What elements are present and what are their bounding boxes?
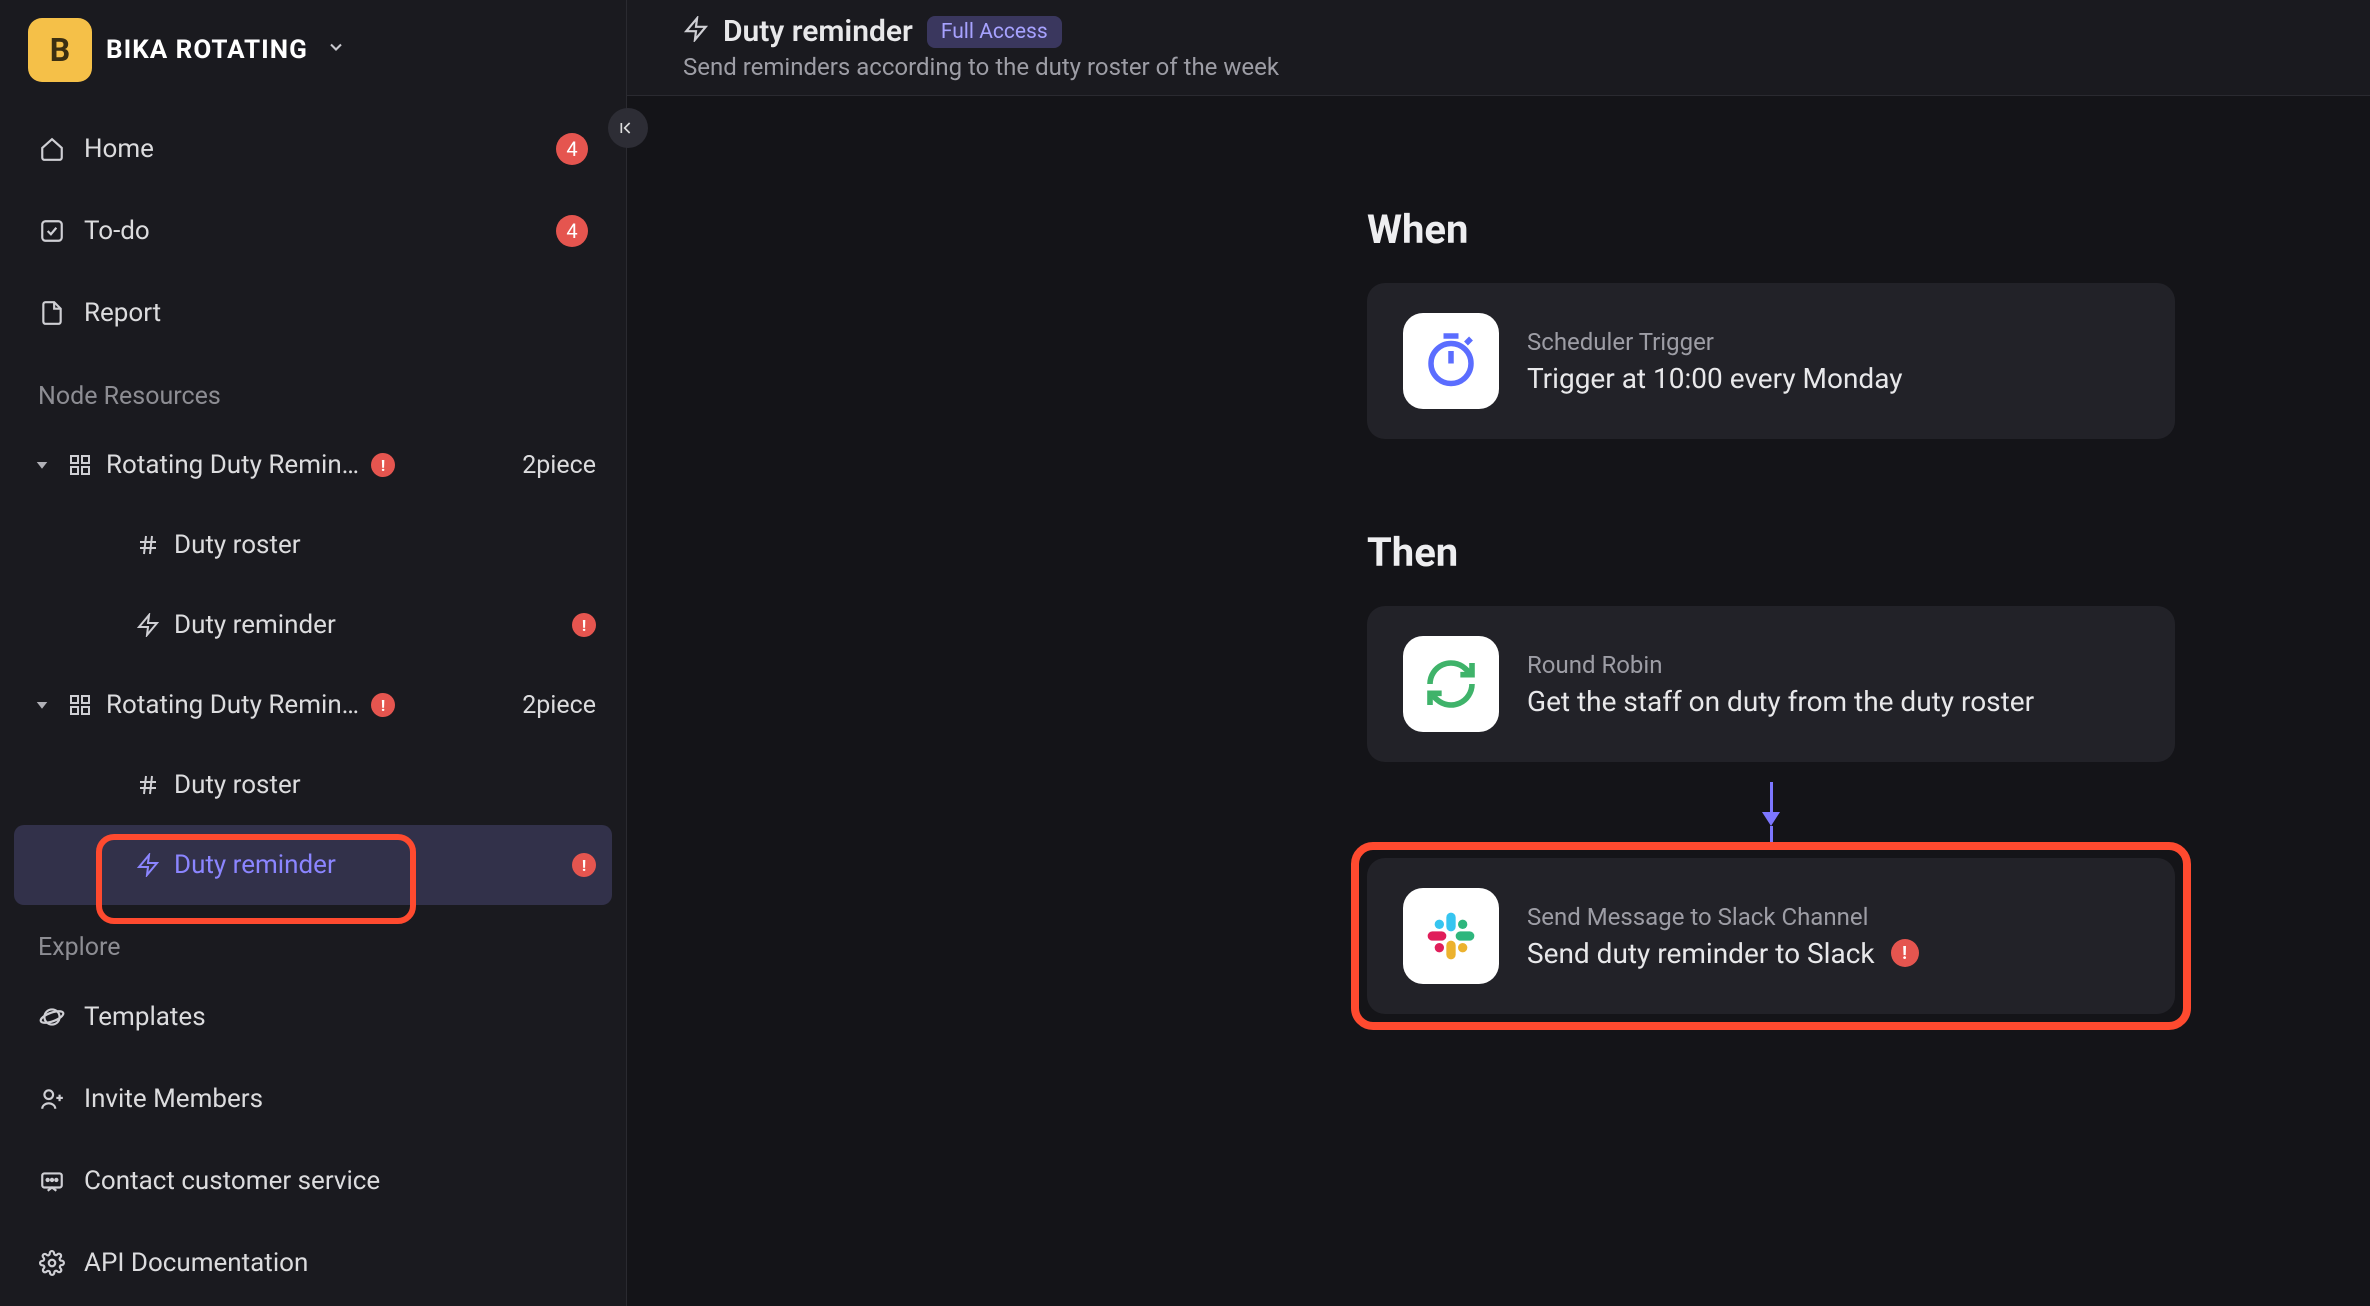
home-icon <box>38 136 66 162</box>
nav-home[interactable]: Home 4 <box>14 108 612 190</box>
warning-icon: ! <box>1891 939 1919 967</box>
tree-item-label: Duty roster <box>174 530 301 560</box>
bolt-icon <box>134 613 162 637</box>
bolt-icon <box>134 853 162 877</box>
tree-group-rotating-1[interactable]: Rotating Duty Remin… ! 2piece <box>14 425 612 505</box>
workspace-logo: B <box>28 18 92 82</box>
step-card-slack[interactable]: Send Message to Slack Channel Send duty … <box>1367 858 2175 1014</box>
checkbox-icon <box>38 218 66 244</box>
workspace-switcher[interactable]: B BIKA ROTATING <box>14 8 612 104</box>
planet-icon <box>38 1004 66 1030</box>
gear-icon <box>38 1250 66 1276</box>
card-title: Trigger at 10:00 every Monday <box>1527 362 2139 395</box>
nav-home-label: Home <box>84 134 538 164</box>
nav-todo[interactable]: To-do 4 <box>14 190 612 272</box>
then-heading: Then <box>1367 529 2175 576</box>
tree-item-label: Duty reminder <box>174 850 336 880</box>
workspace-name: BIKA ROTATING <box>106 35 308 65</box>
nav-templates-label: Templates <box>84 1002 588 1032</box>
tree-item-duty-reminder-2[interactable]: Duty reminder ! <box>14 825 612 905</box>
user-plus-icon <box>38 1086 66 1112</box>
tree-group-rotating-2[interactable]: Rotating Duty Remin… ! 2piece <box>14 665 612 745</box>
nav-templates[interactable]: Templates <box>14 976 612 1058</box>
trigger-card[interactable]: Scheduler Trigger Trigger at 10:00 every… <box>1367 283 2175 439</box>
tree-item-duty-reminder-1[interactable]: Duty reminder ! <box>14 585 612 665</box>
tree-item-duty-roster-1[interactable]: Duty roster <box>14 505 612 585</box>
page-header: Duty reminder Full Access Send reminders… <box>627 0 2370 96</box>
chat-icon <box>38 1168 66 1194</box>
grid-icon <box>66 693 94 717</box>
hash-icon <box>134 533 162 557</box>
when-heading: When <box>1367 206 2175 253</box>
tree-group-count: 2piece <box>522 691 596 720</box>
nav-report[interactable]: Report <box>14 272 612 354</box>
nav-invite[interactable]: Invite Members <box>14 1058 612 1140</box>
section-explore: Explore <box>14 905 612 976</box>
warning-icon: ! <box>572 853 596 877</box>
step-card-round-robin[interactable]: Round Robin Get the staff on duty from t… <box>1367 606 2175 762</box>
slack-icon <box>1403 888 1499 984</box>
access-chip[interactable]: Full Access <box>927 16 1062 48</box>
hash-icon <box>134 773 162 797</box>
refresh-icon <box>1403 636 1499 732</box>
automation-canvas[interactable]: When Scheduler Trigger Trigger at 10:00 … <box>627 96 2370 1306</box>
tree-item-label: Duty roster <box>174 770 301 800</box>
card-label: Scheduler Trigger <box>1527 328 2139 356</box>
chevron-down-icon <box>30 696 54 714</box>
nav-todo-label: To-do <box>84 216 538 246</box>
warning-icon: ! <box>572 613 596 637</box>
nav-api-label: API Documentation <box>84 1248 588 1278</box>
tree-group-label: Rotating Duty Remin… <box>106 690 359 720</box>
nav-contact[interactable]: Contact customer service <box>14 1140 612 1222</box>
tree-item-duty-roster-2[interactable]: Duty roster <box>14 745 612 825</box>
nav-home-badge: 4 <box>556 133 588 165</box>
chevron-down-icon <box>326 37 346 63</box>
card-title: Get the staff on duty from the duty rost… <box>1527 685 2139 718</box>
main-content: Duty reminder Full Access Send reminders… <box>627 0 2370 1306</box>
bolt-icon <box>683 16 709 48</box>
nav-todo-badge: 4 <box>556 215 588 247</box>
tree-group-label: Rotating Duty Remin… <box>106 450 359 480</box>
section-node-resources: Node Resources <box>14 354 612 425</box>
warning-icon: ! <box>371 453 395 477</box>
nav-report-label: Report <box>84 298 588 328</box>
tree-item-label: Duty reminder <box>174 610 336 640</box>
sidebar: B BIKA ROTATING Home 4 To-do 4 <box>0 0 627 1306</box>
card-title: Send duty reminder to Slack ! <box>1527 937 2139 970</box>
card-label: Round Robin <box>1527 651 2139 679</box>
chevron-down-icon <box>30 456 54 474</box>
connector-arrow <box>1367 782 2175 848</box>
nav-invite-label: Invite Members <box>84 1084 588 1114</box>
page-title: Duty reminder <box>723 14 913 49</box>
nav-contact-label: Contact customer service <box>84 1166 588 1196</box>
collapse-sidebar-button[interactable] <box>608 108 648 148</box>
nav-api[interactable]: API Documentation <box>14 1222 612 1304</box>
page-subtitle: Send reminders according to the duty ros… <box>683 53 2314 81</box>
grid-icon <box>66 453 94 477</box>
warning-icon: ! <box>371 693 395 717</box>
stopwatch-icon <box>1403 313 1499 409</box>
tree-group-count: 2piece <box>522 451 596 480</box>
document-icon <box>38 300 66 326</box>
card-label: Send Message to Slack Channel <box>1527 903 2139 931</box>
